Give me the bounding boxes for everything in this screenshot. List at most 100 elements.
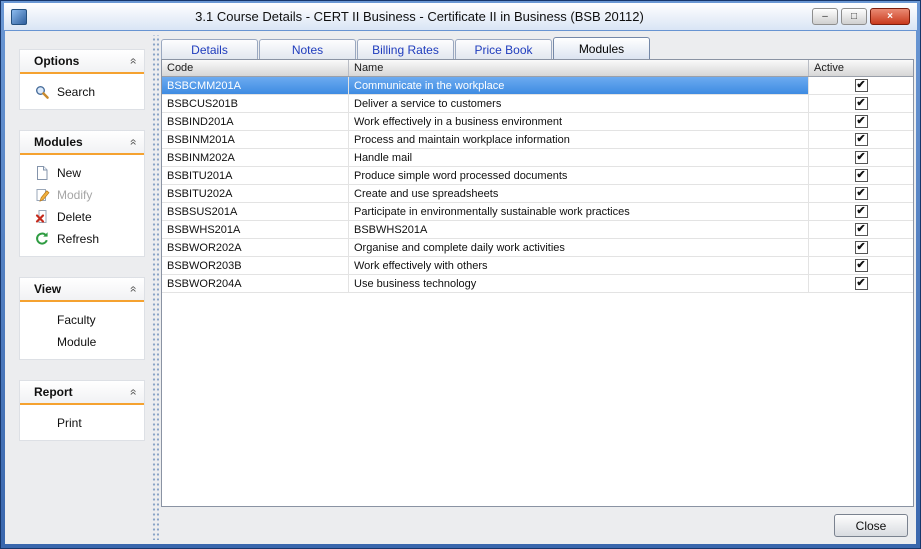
close-icon: × <box>887 12 893 22</box>
cell-active: ✔ <box>809 203 913 220</box>
panel-title: View <box>34 282 61 296</box>
table-row[interactable]: BSBCUS201BDeliver a service to customers… <box>162 95 913 113</box>
tab-details[interactable]: Details <box>161 39 258 59</box>
active-checkbox[interactable]: ✔ <box>855 241 868 254</box>
panel-header-view[interactable]: View » <box>20 278 144 302</box>
active-checkbox[interactable]: ✔ <box>855 151 868 164</box>
cell-code: BSBWOR202A <box>162 239 349 256</box>
cell-code: BSBITU201A <box>162 167 349 184</box>
active-checkbox[interactable]: ✔ <box>855 115 868 128</box>
active-checkbox[interactable]: ✔ <box>855 277 868 290</box>
maximize-button[interactable]: □ <box>841 8 867 25</box>
active-checkbox[interactable]: ✔ <box>855 187 868 200</box>
cell-active: ✔ <box>809 185 913 202</box>
refresh-icon <box>34 231 50 247</box>
titlebar[interactable]: 3.1 Course Details - CERT II Business - … <box>4 3 917 30</box>
table-row[interactable]: BSBCMM201ACommunicate in the workplace ✔ <box>162 77 913 95</box>
active-checkbox[interactable]: ✔ <box>855 79 868 92</box>
cell-active: ✔ <box>809 239 913 256</box>
column-header-name[interactable]: Name <box>349 60 809 76</box>
table-row[interactable]: BSBINM202AHandle mail✔ <box>162 149 913 167</box>
close-window-button[interactable]: × <box>870 8 910 25</box>
table-row[interactable]: BSBWOR204AUse business technology✔ <box>162 275 913 293</box>
collapse-chevron-icon[interactable]: » <box>126 286 140 293</box>
sidebar-panel-options: Options » Search <box>19 49 145 110</box>
cell-code: BSBIND201A <box>162 113 349 130</box>
sidebar-item-faculty[interactable]: Faculty <box>20 309 144 331</box>
tab-modules[interactable]: Modules <box>553 37 650 59</box>
cell-code: BSBWOR204A <box>162 275 349 292</box>
cell-code: BSBSUS201A <box>162 203 349 220</box>
tab-notes[interactable]: Notes <box>259 39 356 59</box>
sidebar-panel-view: View » Faculty Module <box>19 277 145 360</box>
cell-active: ✔ <box>809 167 913 184</box>
panel-header-report[interactable]: Report» <box>20 381 144 405</box>
window-controls: – □ × <box>812 8 910 25</box>
collapse-chevron-icon[interactable]: » <box>126 58 140 65</box>
cell-active: ✔ <box>809 95 913 112</box>
table-row[interactable]: BSBINM201AProcess and maintain workplace… <box>162 131 913 149</box>
tab-billing-rates[interactable]: Billing Rates <box>357 39 454 59</box>
active-checkbox[interactable]: ✔ <box>855 133 868 146</box>
modify-icon <box>34 187 50 203</box>
table-row[interactable]: BSBITU201AProduce simple word processed … <box>162 167 913 185</box>
cell-name: BSBWHS201A <box>349 221 809 238</box>
app-icon <box>11 9 27 25</box>
active-checkbox[interactable]: ✔ <box>855 259 868 272</box>
cell-code: BSBWHS201A <box>162 221 349 238</box>
cell-code: BSBCMM201A <box>162 77 349 94</box>
cell-active: ✔ <box>809 257 913 274</box>
cell-active: ✔ <box>809 221 913 238</box>
column-header-active[interactable]: Active <box>809 60 913 76</box>
sidebar-panel-report: Report» Print <box>19 380 145 441</box>
cell-name: Organise and complete daily work activit… <box>349 239 809 256</box>
delete-icon <box>34 209 50 225</box>
sidebar-item-label: Modify <box>57 188 92 202</box>
active-checkbox[interactable]: ✔ <box>855 97 868 110</box>
cell-name: Create and use spreadsheets <box>349 185 809 202</box>
table-row[interactable]: BSBIND201AWork effectively in a business… <box>162 113 913 131</box>
active-checkbox[interactable]: ✔ <box>855 223 868 236</box>
sidebar-item-delete[interactable]: Delete <box>20 206 144 228</box>
minimize-button[interactable]: – <box>812 8 838 25</box>
modules-table: CodeNameActive BSBCMM201ACommunicate in … <box>161 59 914 507</box>
panel-header-modules[interactable]: Modules » <box>20 131 144 155</box>
sidebar-item-label: Refresh <box>57 232 99 246</box>
panel-header-options[interactable]: Options » <box>20 50 144 74</box>
sidebar-item-print[interactable]: Print <box>20 412 144 434</box>
active-checkbox[interactable]: ✔ <box>855 205 868 218</box>
sidebar-item-refresh[interactable]: Refresh <box>20 228 144 250</box>
panel-title: Modules <box>34 135 83 149</box>
sidebar-item-modify[interactable]: Modify <box>20 184 144 206</box>
active-checkbox[interactable]: ✔ <box>855 169 868 182</box>
panel-title: Options <box>34 54 79 68</box>
window: 3.1 Course Details - CERT II Business - … <box>0 0 921 549</box>
table-row[interactable]: BSBITU202ACreate and use spreadsheets ✔ <box>162 185 913 203</box>
maximize-icon: □ <box>851 12 857 22</box>
sidebar-item-search[interactable]: Search <box>20 81 144 103</box>
column-header-code[interactable]: Code <box>162 60 349 76</box>
tab-bar: DetailsNotesBilling RatesPrice BookModul… <box>161 37 651 59</box>
sidebar-item-new[interactable]: New <box>20 162 144 184</box>
cell-name: Work effectively with others <box>349 257 809 274</box>
client-area: Options » Search Modules » New Modify Delete Ref… <box>5 31 916 544</box>
splitter-handle[interactable] <box>151 35 159 540</box>
table-row[interactable]: BSBWHS201ABSBWHS201A ✔ <box>162 221 913 239</box>
sidebar-item-label: Faculty <box>57 313 96 327</box>
window-title: 3.1 Course Details - CERT II Business - … <box>33 9 806 24</box>
sidebar-item-module[interactable]: Module <box>20 331 144 353</box>
tab-price-book[interactable]: Price Book <box>455 39 552 59</box>
cell-name: Work effectively in a business environme… <box>349 113 809 130</box>
table-row[interactable]: BSBSUS201AParticipate in environmentally… <box>162 203 913 221</box>
collapse-chevron-icon[interactable]: » <box>126 389 140 396</box>
table-header: CodeNameActive <box>162 60 913 77</box>
collapse-chevron-icon[interactable]: » <box>126 139 140 146</box>
table-body: BSBCMM201ACommunicate in the workplace✔B… <box>162 77 913 293</box>
cell-code: BSBITU202A <box>162 185 349 202</box>
table-row[interactable]: BSBWOR202AOrganise and complete daily wo… <box>162 239 913 257</box>
table-row[interactable]: BSBWOR203BWork effectively with others✔ <box>162 257 913 275</box>
cell-name: Handle mail <box>349 149 809 166</box>
close-button[interactable]: Close <box>834 514 908 537</box>
sidebar-item-label: Print <box>57 416 82 430</box>
cell-name: Communicate in the workplace <box>349 77 809 94</box>
